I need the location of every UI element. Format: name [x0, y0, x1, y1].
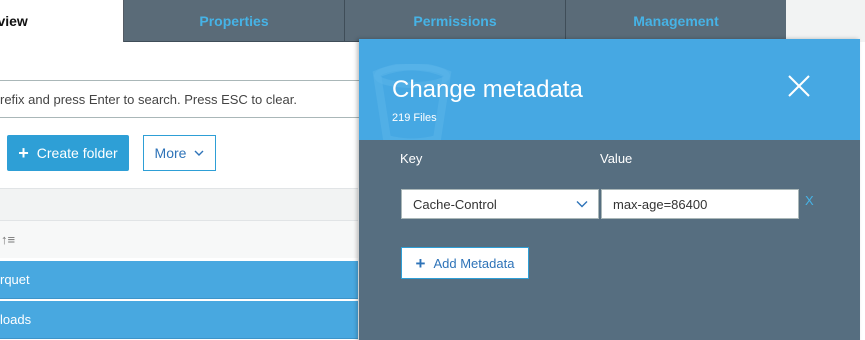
tab-bar: rview Properties Permissions Management: [0, 0, 865, 42]
table-row[interactable]: rquet: [0, 261, 358, 299]
table-header: [0, 188, 358, 220]
change-metadata-modal: Change metadata 219 Files Key Value Cach…: [359, 39, 860, 340]
row-name: rquet: [0, 272, 30, 287]
tab-permissions[interactable]: Permissions: [345, 0, 566, 42]
key-column-header: Key: [400, 151, 423, 166]
tab-management-label: Management: [633, 12, 719, 29]
sort-ascending-icon: ↑≡: [1, 232, 16, 247]
metadata-key-select[interactable]: Cache-Control: [401, 189, 599, 219]
add-metadata-label: Add Metadata: [433, 255, 515, 271]
more-button[interactable]: More: [143, 135, 216, 171]
close-icon[interactable]: [786, 73, 812, 99]
chevron-down-icon: [576, 201, 588, 208]
tab-properties[interactable]: Properties: [124, 0, 345, 42]
create-folder-button[interactable]: + Create folder: [7, 135, 129, 171]
metadata-value-text: max-age=86400: [613, 196, 708, 212]
chevron-down-icon: [194, 150, 204, 156]
tab-management[interactable]: Management: [566, 0, 786, 42]
search-hint: refix and press Enter to search. Press E…: [0, 91, 297, 107]
search-input[interactable]: refix and press Enter to search. Press E…: [0, 80, 360, 118]
value-column-header: Value: [600, 151, 633, 166]
table-row[interactable]: loads: [0, 301, 358, 339]
row-name: loads: [0, 312, 32, 327]
sort-header[interactable]: ↑≡: [0, 220, 358, 258]
modal-subtitle: 219 Files: [392, 112, 437, 124]
tab-properties-label: Properties: [199, 12, 269, 29]
plus-icon: +: [415, 253, 426, 273]
add-metadata-button[interactable]: + Add Metadata: [401, 247, 529, 279]
metadata-key-value: Cache-Control: [413, 196, 497, 212]
create-folder-label: Create folder: [36, 145, 118, 161]
tab-overview[interactable]: rview: [0, 0, 124, 42]
modal-title: Change metadata: [392, 76, 583, 103]
more-label: More: [154, 145, 187, 161]
remove-metadata-button[interactable]: X: [805, 193, 814, 208]
tab-permissions-label: Permissions: [413, 12, 497, 29]
metadata-value-input[interactable]: max-age=86400: [601, 189, 799, 219]
tab-overview-label: rview: [0, 13, 28, 29]
modal-header: Change metadata 219 Files: [359, 39, 860, 140]
plus-icon: +: [18, 143, 29, 163]
